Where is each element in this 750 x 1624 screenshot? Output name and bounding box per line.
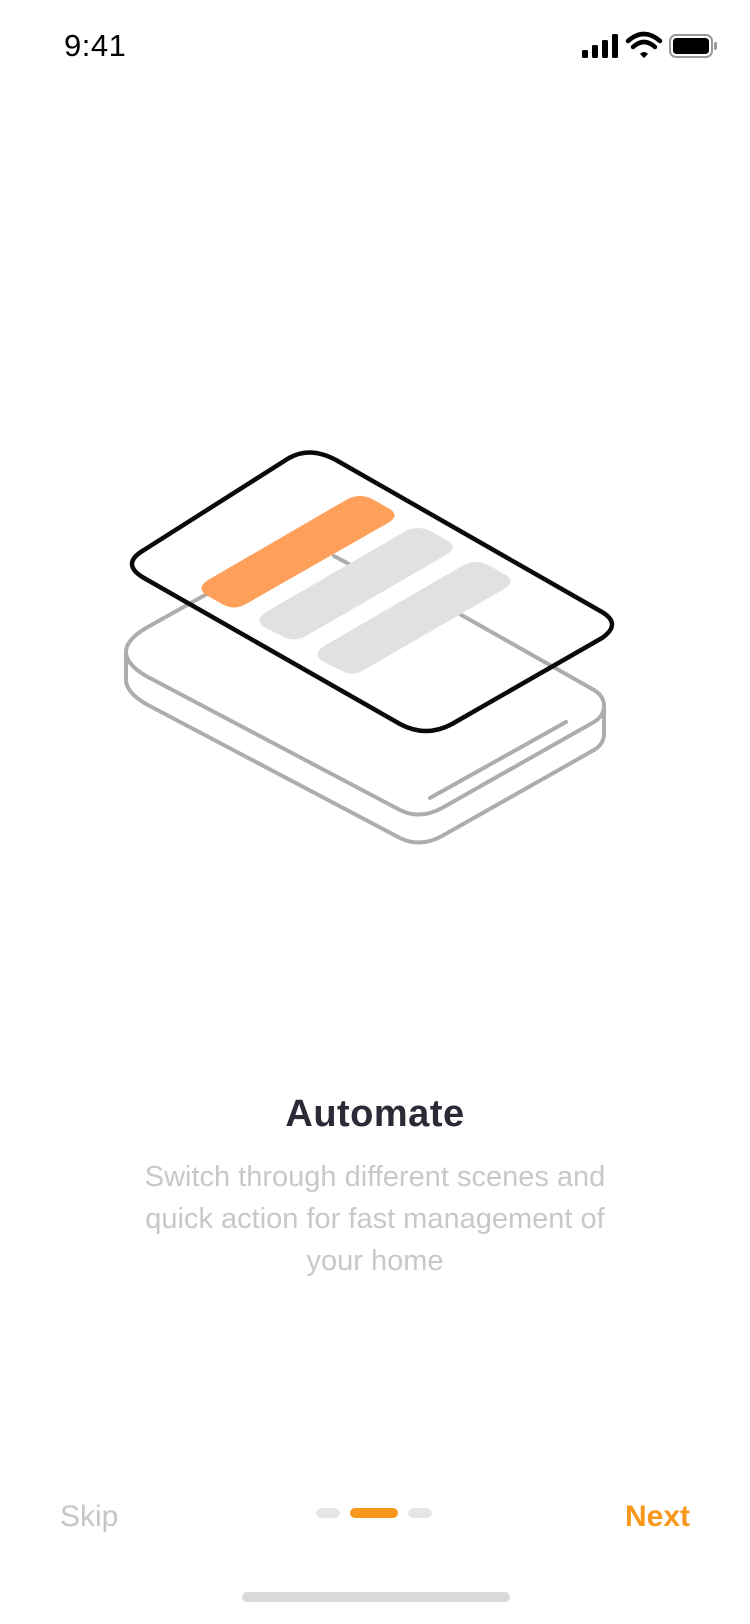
onboarding-description: Switch through different scenes and quic… <box>144 1161 606 1277</box>
onboarding-title: Automate <box>285 1093 465 1135</box>
page-dot-1[interactable] <box>316 1508 340 1518</box>
battery-icon <box>669 34 717 58</box>
onboarding-text: Automate Switch through different scenes… <box>0 1090 750 1282</box>
next-button[interactable]: Next <box>625 1500 690 1534</box>
status-bar: 9:41 <box>0 0 750 96</box>
status-time: 9:41 <box>64 28 127 63</box>
page-dot-3[interactable] <box>408 1508 432 1518</box>
home-indicator[interactable] <box>242 1592 510 1602</box>
page-indicator <box>316 1508 434 1520</box>
page-dot-2-active[interactable] <box>350 1508 398 1518</box>
onboarding-navigation: Skip Next <box>0 1490 750 1550</box>
signal-icon <box>582 34 618 58</box>
skip-button[interactable]: Skip <box>60 1500 118 1534</box>
onboarding-illustration <box>0 420 750 900</box>
device-screen-icon <box>129 450 615 734</box>
wifi-icon <box>625 31 663 58</box>
status-icons <box>580 30 720 62</box>
